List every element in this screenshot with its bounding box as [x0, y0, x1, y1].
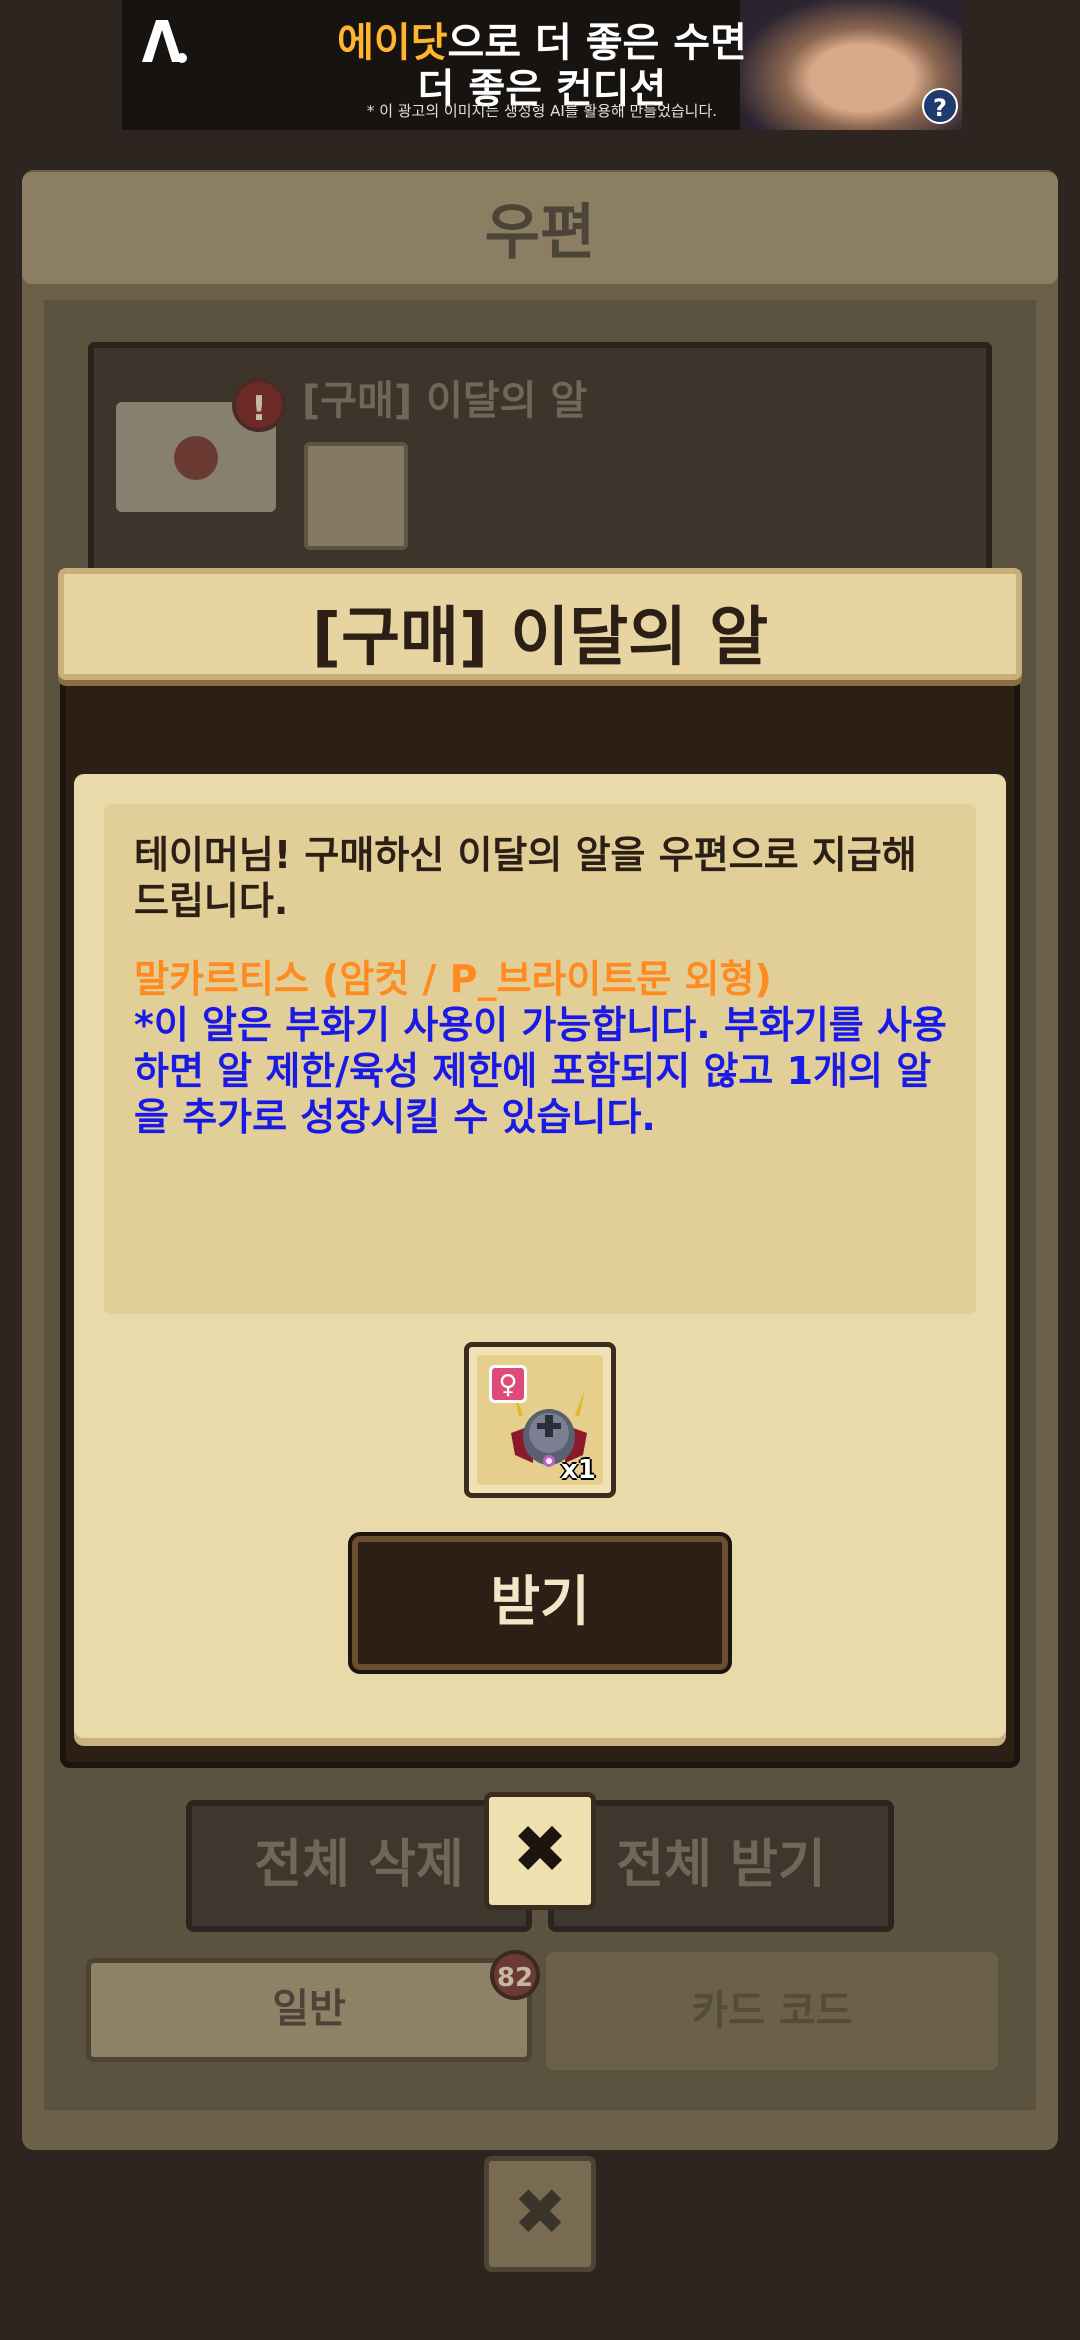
mail-item-title: [구매] 이달의 알 — [302, 378, 588, 424]
message-item-name: 말카르티스 (암컷 / P_브라이트문 외형) — [134, 957, 772, 1001]
alert-icon: ! — [232, 378, 286, 432]
mail-item-reward-thumbnail — [304, 442, 408, 550]
delete-all-button[interactable]: 전체 삭제 — [186, 1800, 532, 1932]
ad-banner[interactable]: 에이닷으로 더 좋은 수면 더 좋은 컨디션 * 이 광고의 이미지는 생성형 … — [122, 0, 962, 130]
receive-all-button[interactable]: 전체 받기 — [548, 1800, 894, 1932]
ad-disclaimer: * 이 광고의 이미지는 생성형 AI를 활용해 만들었습니다. — [366, 102, 718, 120]
modal-title: [구매] 이달의 알 — [311, 601, 769, 675]
tab-card-code[interactable]: 카드 코드 — [546, 1952, 998, 2070]
female-gender-icon: ♀ — [489, 1365, 527, 1403]
tab-general[interactable]: 일반 — [86, 1958, 532, 2062]
reward-item-slot[interactable]: ♀ x1 — [464, 1342, 616, 1498]
unread-count-badge: 82 — [490, 1950, 540, 2000]
modal-close-button[interactable]: ✖ — [484, 1792, 596, 1910]
wax-seal-icon — [174, 436, 218, 480]
reward-item-background: ♀ x1 — [477, 1355, 603, 1485]
mail-close-button[interactable]: ✖ — [484, 2156, 596, 2272]
message-note: *이 알은 부화기 사용이 가능합니다. 부화기를 사용하면 알 제한/육성 제… — [134, 1003, 947, 1139]
mail-title: 우편 — [484, 198, 596, 268]
ad-help-icon[interactable]: ? — [922, 88, 958, 124]
item-quantity: x1 — [561, 1455, 596, 1485]
receive-button[interactable]: 받기 — [352, 1536, 728, 1670]
message-intro: 테이머님! 구매하신 이달의 알을 우편으로 지급해 드립니다. — [134, 833, 917, 923]
